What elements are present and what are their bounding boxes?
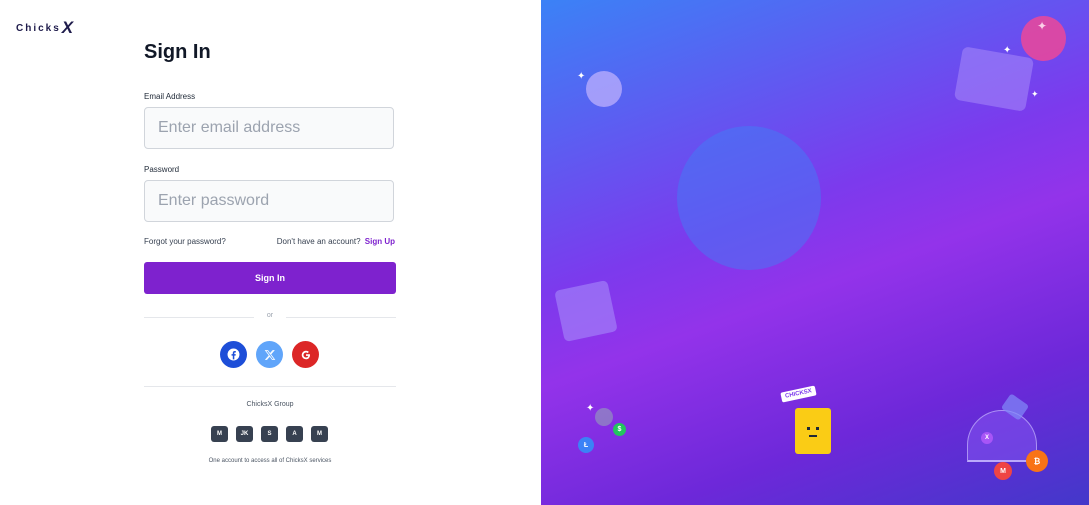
sparkle-icon: ✦ xyxy=(586,403,595,414)
coin-icon: ₿ xyxy=(1026,450,1048,472)
sign-in-button[interactable]: Sign In xyxy=(144,262,396,294)
sparkle-icon: ✦ xyxy=(1037,19,1048,33)
forgot-password-link[interactable]: Forgot your password? xyxy=(144,237,226,246)
password-field[interactable] xyxy=(144,180,394,222)
google-login-button[interactable] xyxy=(292,341,319,368)
google-icon xyxy=(301,350,310,359)
coin-icon: X xyxy=(981,432,993,444)
mascot-eye xyxy=(807,427,810,430)
facebook-login-button[interactable] xyxy=(220,341,247,368)
mascot-character xyxy=(795,408,831,454)
x-logo-icon xyxy=(264,349,275,360)
coin-icon: $ xyxy=(613,423,626,436)
dome-decoration xyxy=(967,410,1037,462)
group-caption: One account to access all of ChicksX ser… xyxy=(208,458,332,464)
sparkle-icon: ✦ xyxy=(1003,45,1012,56)
or-divider: or xyxy=(144,312,396,322)
group-brands: M JK S A M xyxy=(211,426,328,442)
or-text: or xyxy=(266,312,274,319)
logo-wordmark: Chicks xyxy=(16,22,61,34)
square-decoration xyxy=(953,46,1035,112)
logo-x-mark: X xyxy=(61,18,74,37)
brand-badge[interactable]: S xyxy=(261,426,278,442)
group-title: ChicksX Group xyxy=(246,401,294,408)
coin-icon: M xyxy=(994,462,1012,480)
circle-decoration xyxy=(586,71,622,107)
facebook-icon xyxy=(227,348,240,361)
chicksx-logo[interactable]: Chicks X xyxy=(16,18,73,38)
email-field[interactable] xyxy=(144,107,394,149)
sign-up-prompt: Don't have an account? Sign Up xyxy=(277,237,395,246)
password-label: Password xyxy=(144,165,180,174)
sparkle-icon: ✦ xyxy=(1031,89,1039,99)
square-decoration xyxy=(554,279,618,343)
sparkle-icon: ✦ xyxy=(577,71,586,82)
sign-up-link[interactable]: Sign Up xyxy=(365,237,395,246)
no-account-text: Don't have an account? xyxy=(276,237,361,246)
brand-badge[interactable]: A xyxy=(286,426,303,442)
coin-icon: Ł xyxy=(578,437,594,453)
bubble-decoration xyxy=(595,408,613,426)
large-circle-decoration xyxy=(677,126,821,270)
brand-badge[interactable]: JK xyxy=(236,426,253,442)
email-label: Email Address xyxy=(144,92,196,101)
badge-text: CHICKSX xyxy=(784,388,813,400)
sign-in-panel: Chicks X Sign In Email Address Password … xyxy=(0,0,541,505)
chicksx-badge: CHICKSX xyxy=(780,385,817,403)
brand-badge[interactable]: M xyxy=(311,426,328,442)
mascot-eye xyxy=(816,427,819,430)
page-title: Sign In xyxy=(144,41,211,63)
mascot-mouth xyxy=(809,435,817,437)
brand-badge[interactable]: M xyxy=(211,426,228,442)
hero-illustration: ✦ ✦ ✦ ✦ ✦ Ł $ CHICKSX X M ₿ xyxy=(541,0,1089,505)
section-divider xyxy=(144,386,396,387)
x-login-button[interactable] xyxy=(256,341,283,368)
